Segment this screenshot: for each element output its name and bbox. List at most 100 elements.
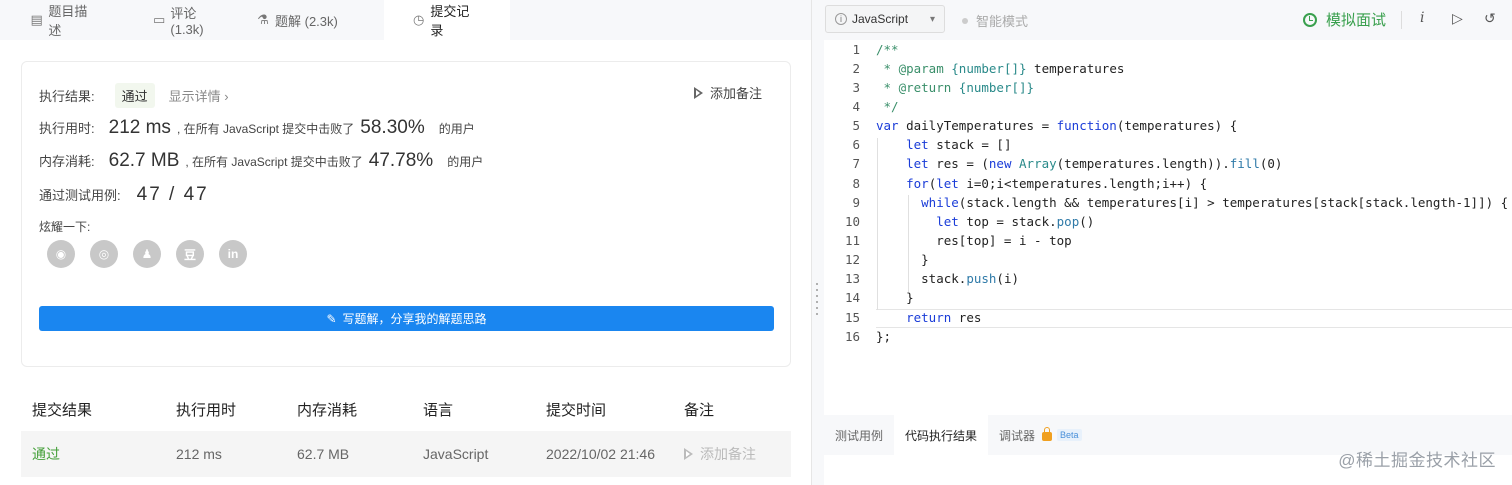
memory-label: 内存消耗: [39, 154, 95, 169]
language-select[interactable]: i JavaScript ▾ [825, 5, 945, 33]
memory-suffix: 的用户 [447, 155, 484, 169]
mock-interview-button[interactable]: 模拟面试 [1303, 9, 1386, 30]
line-number: 8 [852, 176, 860, 191]
tab-solutions[interactable]: ⚗ 题解 (2.3k) [256, 0, 384, 40]
code-line: }; [876, 329, 892, 344]
column-header: 提交结果 [32, 401, 93, 419]
tab-label: 题目描述 [48, 4, 88, 38]
code-line: } [876, 290, 914, 305]
memory-percent: 47.78% [368, 150, 434, 171]
line-number: 15 [844, 310, 860, 325]
language-cell: JavaScript [423, 446, 489, 462]
code-line: /** [876, 42, 899, 57]
runtime-cell: 212 ms [176, 446, 222, 462]
add-note-cell[interactable]: 添加备注 [684, 444, 756, 464]
flask-icon: ⚗ [257, 12, 269, 27]
table-header: 提交结果 执行用时 内存消耗 语言 提交时间 备注 [21, 387, 791, 431]
line-number: 6 [852, 137, 860, 152]
tab-testcases[interactable]: 测试用例 [824, 415, 894, 455]
add-note-label: 添加备注 [709, 86, 762, 101]
memory-row: 内存消耗: 62.7 MB , 在所有 JavaScript 提交中击败了 47… [39, 150, 483, 172]
share-icons: ◉ ◎ ♟ 豆 in [47, 240, 262, 268]
code-line: * @param {number[]} temperatures [876, 61, 1125, 76]
douban-icon[interactable]: 豆 [176, 240, 204, 268]
code-line: stack.push(i) [876, 271, 1019, 286]
mock-interview-label: 模拟面试 [1326, 12, 1387, 29]
code-line: let res = (new Array(temperatures.length… [906, 156, 1283, 171]
tab-label: 题解 (2.3k) [275, 13, 338, 29]
memory-cell: 62.7 MB [297, 446, 350, 462]
add-note-label: 添加备注 [700, 446, 756, 462]
write-solution-label: 写题解，分享我的解题思路 [342, 312, 487, 326]
line-number: 13 [844, 271, 860, 286]
runtime-suffix: 的用户 [438, 122, 475, 136]
wechat-icon[interactable]: ◉ [47, 240, 75, 268]
description-icon: ▤ [30, 12, 43, 27]
submitted-time-cell: 2022/10/02 21:46 [546, 446, 655, 462]
tab-run-result[interactable]: 代码执行结果 [894, 415, 989, 455]
smart-mode-toggle[interactable]: 智能模式 [962, 11, 1028, 30]
line-number: 9 [852, 195, 860, 210]
qq-icon[interactable]: ♟ [133, 240, 161, 268]
app-root: ▤ 题目描述 ▭ 评论 (1.3k) ⚗ 题解 (2.3k) ◷ 提交记录 执行… [0, 0, 1512, 485]
weibo-icon[interactable]: ◎ [90, 240, 118, 268]
run-icon[interactable]: ▷ [1452, 10, 1463, 27]
pencil-icon: ✎ [326, 311, 337, 326]
line-number: 16 [844, 329, 860, 344]
tab-label: 测试用例 [835, 428, 884, 443]
line-number: 2 [852, 61, 860, 76]
result-link[interactable]: 通过 [32, 444, 60, 464]
flag-icon [693, 86, 704, 99]
column-header: 执行用时 [176, 401, 237, 419]
runtime-value: 212 ms [108, 117, 171, 138]
reset-icon[interactable]: ↺ [1484, 10, 1496, 27]
panel-splitter[interactable] [812, 0, 824, 485]
tab-label: 提交记录 [430, 4, 470, 38]
code-line: * @return {number[]} [876, 80, 1035, 95]
code-line: */ [876, 99, 899, 114]
code-line: var dailyTemperatures = function(tempera… [876, 118, 1238, 133]
submissions-table: 提交结果 执行用时 内存消耗 语言 提交时间 备注 通过 212 ms 62.7… [21, 387, 791, 485]
tab-label: 代码执行结果 [905, 428, 978, 443]
line-number: 14 [844, 290, 860, 305]
language-value: JavaScript [852, 12, 909, 26]
line-number: 12 [844, 252, 860, 267]
info-icon[interactable]: i [1420, 10, 1424, 26]
code-line: } [876, 252, 929, 267]
column-header: 提交时间 [546, 401, 607, 419]
drag-handle-icon[interactable] [816, 283, 819, 323]
lock-icon [1042, 426, 1053, 441]
code-line: let stack = [] [906, 137, 1012, 152]
table-row[interactable]: 通过 212 ms 62.7 MB JavaScript 2022/10/02 … [21, 431, 791, 477]
line-number: 3 [852, 80, 860, 95]
share-label-row: 炫耀一下: [39, 218, 90, 235]
code-line: return res [906, 310, 982, 325]
editor-toolbar: i JavaScript ▾ 智能模式 模拟面试 i ▷ ↺ [824, 0, 1512, 40]
tab-submissions[interactable]: ◷ 提交记录 [384, 0, 510, 40]
memory-text: , 在所有 JavaScript 提交中击败了 [185, 155, 363, 169]
linkedin-icon[interactable]: in [219, 240, 247, 268]
add-note-button[interactable]: 添加备注 [693, 83, 762, 102]
smart-mode-label: 智能模式 [976, 14, 1029, 29]
runtime-row: 执行用时: 212 ms , 在所有 JavaScript 提交中击败了 58.… [39, 117, 475, 139]
code-editor[interactable]: 1 2 3 4 5 6 7 8 9 10 11 12 13 14 15 16 /… [824, 40, 1512, 415]
result-label: 执行结果: [39, 89, 95, 104]
runtime-text: , 在所有 JavaScript 提交中击败了 [176, 122, 355, 136]
write-solution-button[interactable]: ✎ 写题解，分享我的解题思路 [39, 306, 774, 331]
problem-tabs: ▤ 题目描述 ▭ 评论 (1.3k) ⚗ 题解 (2.3k) ◷ 提交记录 [0, 0, 811, 40]
problem-panel: ▤ 题目描述 ▭ 评论 (1.3k) ⚗ 题解 (2.3k) ◷ 提交记录 执行… [0, 0, 812, 485]
tab-debugger[interactable]: 调试器 Beta [988, 415, 1093, 455]
status-badge: 通过 [114, 83, 155, 108]
flag-icon [684, 448, 694, 460]
show-details-link[interactable]: 显示详情 › [169, 86, 229, 105]
tab-comments[interactable]: ▭ 评论 (1.3k) [128, 0, 256, 40]
toolbar-divider [1401, 11, 1402, 29]
info-icon: i [835, 13, 847, 25]
comment-icon: ▭ [153, 12, 166, 27]
runtime-label: 执行用时: [39, 121, 95, 136]
tab-label: 调试器 [999, 428, 1036, 443]
tab-description[interactable]: ▤ 题目描述 [0, 0, 128, 40]
alarm-clock-icon [1303, 12, 1317, 27]
line-number: 5 [852, 118, 860, 133]
column-header: 语言 [423, 401, 454, 419]
